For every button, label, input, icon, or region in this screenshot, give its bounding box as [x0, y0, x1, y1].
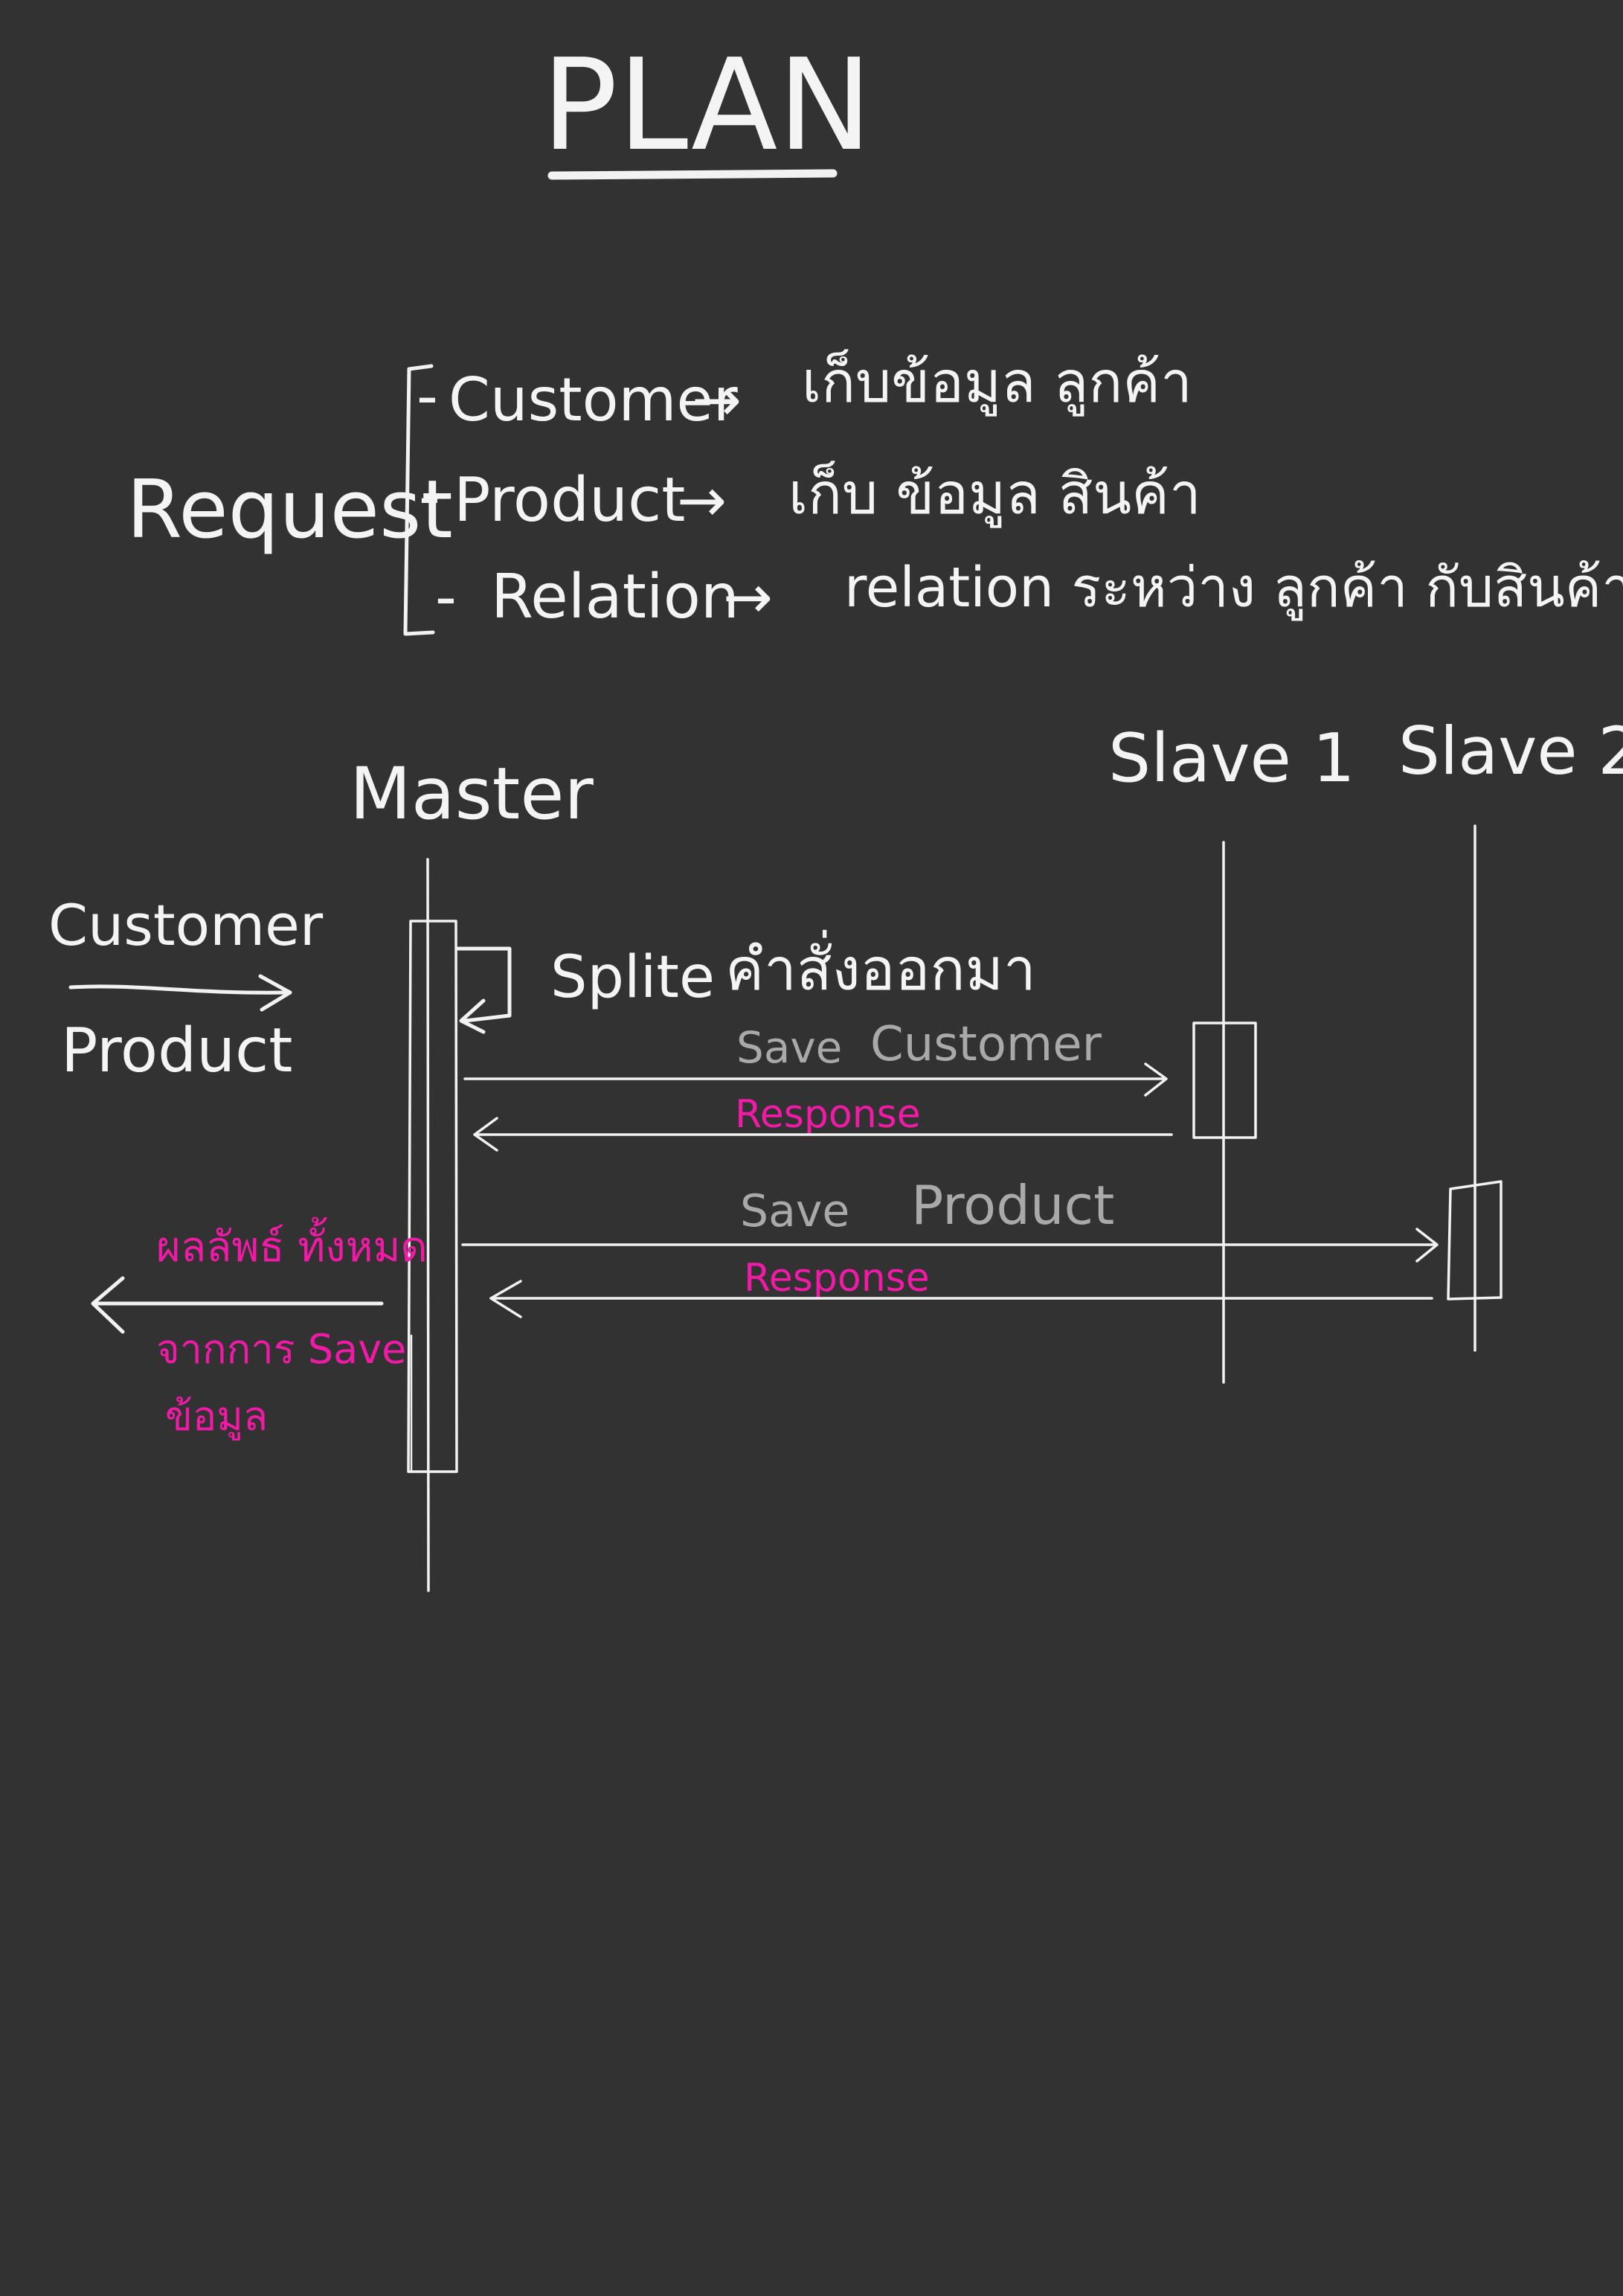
split-desc: คำสั่งออกมา [725, 930, 1036, 1004]
request-item-desc: เก็บข้อมูล ลูกค้า [802, 349, 1192, 417]
request-item-name: Product [454, 465, 685, 536]
split-label: Splite [550, 944, 715, 1011]
request-item-name: Relation [491, 562, 739, 632]
request-item-desc: เก็บ ข้อมูล สินค้า [788, 461, 1201, 528]
arrow-icon: → [692, 365, 742, 434]
arrow-head-icon [459, 998, 486, 1034]
participant-master: Master [350, 752, 594, 836]
request-item-desc: relation ระหว่าง ลูกค้า กับสินค้า [844, 556, 1623, 621]
arrow-icon: → [723, 562, 773, 632]
title-underline [547, 169, 838, 180]
save-product-object: Product [911, 1174, 1114, 1237]
participant-slave2: Slave 2 [1398, 713, 1623, 789]
result-line1: ผลลัพธ์ ทั้งหมด [156, 1217, 428, 1272]
arrow-icon: → [677, 466, 727, 535]
save-customer-object: Customer [870, 1017, 1102, 1072]
request-item-relation: - Relation → relation ระหว่าง ลูกค้า กับ… [435, 556, 1623, 632]
result-line2: จากการ Save [156, 1326, 406, 1373]
input-arrow-line [68, 984, 289, 995]
request-item-dash: - [435, 562, 457, 632]
request-label: Request [126, 464, 453, 557]
response2-label: Response [744, 1256, 930, 1301]
master-activation-box [407, 920, 458, 1473]
request-item-product: - Product → เก็บ ข้อมูล สินค้า [419, 461, 1201, 536]
request-item-dash: - [419, 462, 440, 531]
plan-diagram: PLAN Request - Customer → เก็บข้อมูล ลูก… [48, 32, 1623, 1592]
save-product-verb: Save [740, 1185, 849, 1237]
request-item-customer: - Customer → เก็บข้อมูล ลูกค้า [417, 349, 1192, 434]
result-line3: ข้อมูล [165, 1393, 268, 1440]
self-message-loop [455, 946, 512, 1023]
input-product-label: Product [61, 1016, 292, 1086]
request-item-dash: - [417, 362, 438, 431]
participant-slave1: Slave 1 [1108, 719, 1355, 798]
input-customer-label: Customer [48, 892, 324, 958]
page-title: PLAN [541, 32, 872, 179]
save-customer-verb: Save [736, 1022, 842, 1073]
whiteboard-canvas: PLAN Request - Customer → เก็บข้อมูล ลูก… [0, 0, 1623, 2296]
response1-label: Response [735, 1092, 921, 1137]
